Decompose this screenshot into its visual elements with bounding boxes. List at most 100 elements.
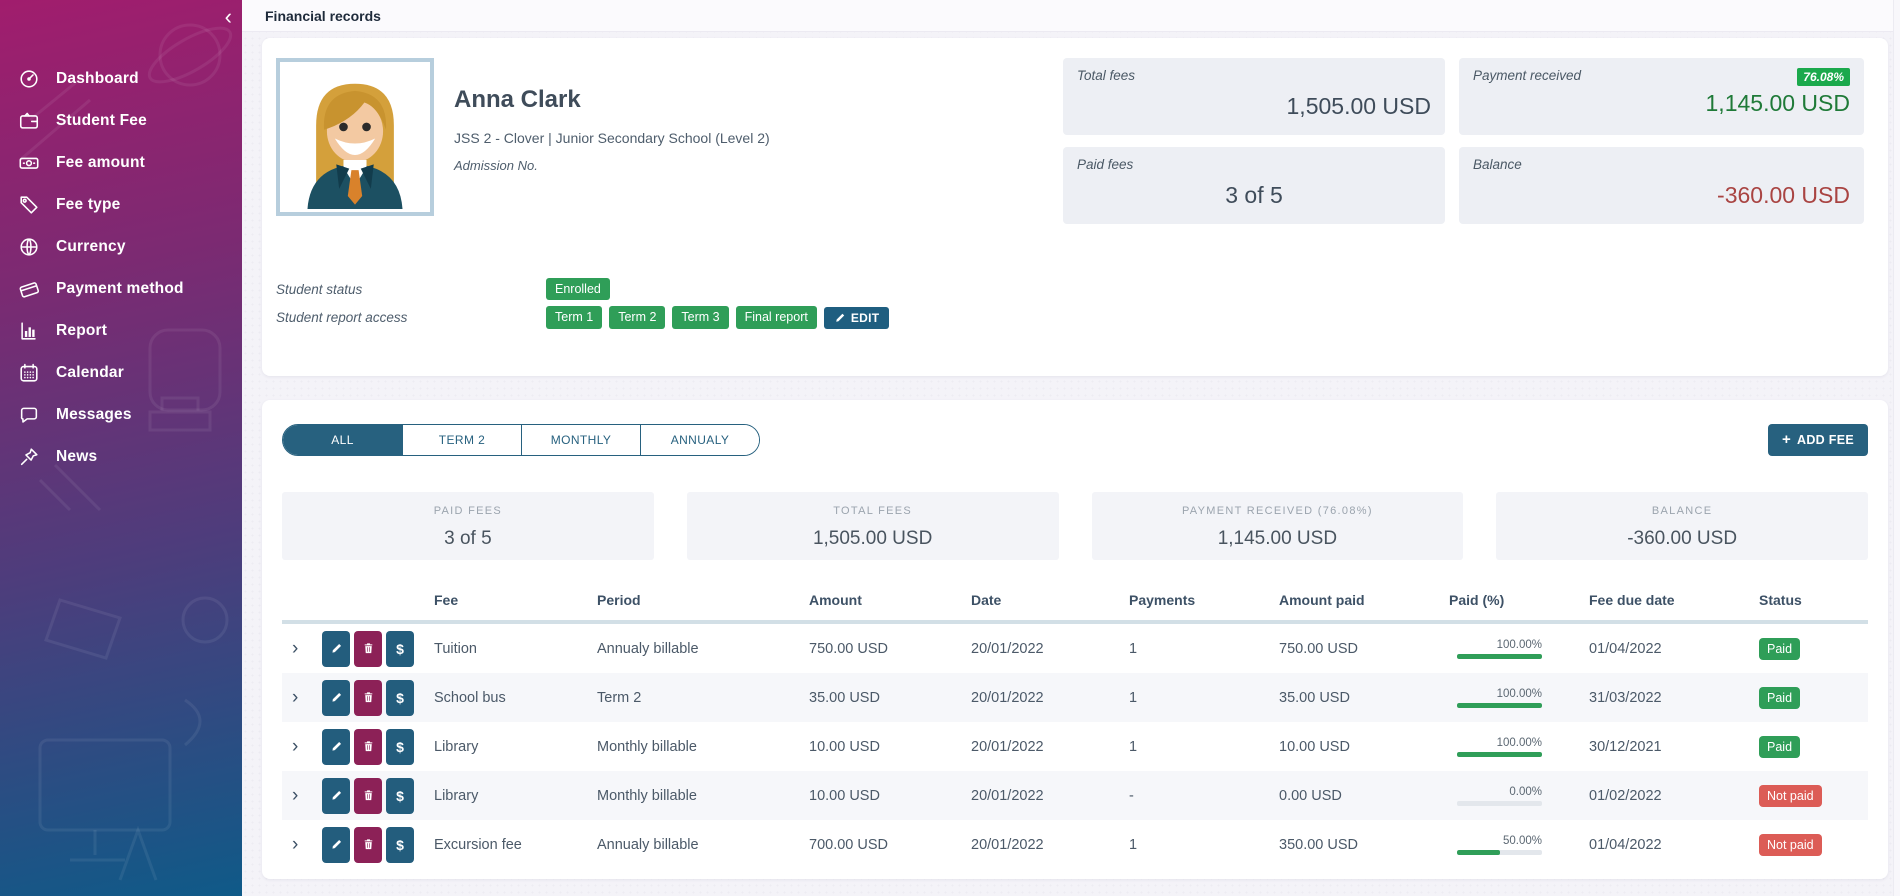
delete-fee-button[interactable] [354, 827, 382, 863]
cell-fee: Excursion fee [434, 837, 597, 853]
trash-icon [362, 642, 375, 655]
progress-bar [1457, 703, 1542, 708]
cell-period: Monthly billable [597, 739, 809, 755]
content: Anna Clark JSS 2 - Clover | Junior Secon… [242, 32, 1900, 879]
paid-percent-cell: 100.00% [1457, 639, 1542, 659]
cell-amount-paid: 0.00 USD [1279, 788, 1449, 804]
sidebar-item-label: Dashboard [56, 70, 139, 88]
paid-percent-text: 100.00% [1457, 639, 1542, 651]
sidebar-item-dashboard[interactable]: Dashboard [0, 58, 242, 100]
payment-received-label: Payment received [1473, 68, 1581, 83]
summary-grid: Total fees 1,505.00 USD Payment received… [1063, 58, 1864, 224]
delete-fee-button[interactable] [354, 729, 382, 765]
add-fee-button[interactable]: + ADD FEE [1768, 424, 1868, 456]
cell-fee: School bus [434, 690, 597, 706]
payments-fee-button[interactable]: $ [386, 631, 414, 667]
balance-value: -360.00 USD [1473, 182, 1850, 209]
progress-bar [1457, 801, 1542, 806]
sidebar-item-messages[interactable]: Messages [0, 394, 242, 436]
sidebar-item-label: Currency [56, 238, 126, 256]
pencil-icon [330, 789, 343, 802]
student-status-label: Student status [276, 282, 546, 297]
delete-fee-button[interactable] [354, 631, 382, 667]
sidebar-item-label: Calendar [56, 364, 124, 382]
bar-chart-icon [16, 319, 42, 343]
tag-icon [16, 193, 42, 217]
cell-date: 20/01/2022 [971, 788, 1129, 804]
cell-amount: 35.00 USD [809, 690, 971, 706]
calendar-icon [16, 361, 42, 385]
edit-report-access-button[interactable]: EDIT [824, 307, 890, 329]
topbar: Financial records [242, 0, 1900, 32]
payments-fee-button[interactable]: $ [386, 680, 414, 716]
pushpin-icon [16, 445, 42, 469]
stat-label: BALANCE [1496, 505, 1868, 517]
stats-row: PAID FEES 3 of 5 TOTAL FEES 1,505.00 USD… [282, 492, 1868, 560]
status-badge: Not paid [1759, 785, 1822, 807]
edit-fee-button[interactable] [322, 631, 350, 667]
edit-fee-button[interactable] [322, 680, 350, 716]
delete-fee-button[interactable] [354, 778, 382, 814]
cell-period: Monthly billable [597, 788, 809, 804]
cell-date: 20/01/2022 [971, 739, 1129, 755]
sidebar-item-label: Student Fee [56, 112, 147, 130]
expand-row-button[interactable]: › [282, 834, 322, 856]
stat-value: 1,145.00 USD [1092, 528, 1464, 550]
pencil-icon [330, 740, 343, 753]
sidebar-item-fee-type[interactable]: Fee type [0, 184, 242, 226]
payments-fee-button[interactable]: $ [386, 778, 414, 814]
total-fees-box: Total fees 1,505.00 USD [1063, 58, 1445, 135]
paid-percent-text: 100.00% [1457, 688, 1542, 700]
progress-bar [1457, 654, 1542, 659]
pencil-icon [330, 838, 343, 851]
edit-fee-button[interactable] [322, 827, 350, 863]
expand-row-button[interactable]: › [282, 687, 322, 709]
sidebar-item-calendar[interactable]: Calendar [0, 352, 242, 394]
sidebar-item-report[interactable]: Report [0, 310, 242, 352]
sidebar-item-news[interactable]: News [0, 436, 242, 478]
paid-percent-text: 0.00% [1457, 786, 1542, 798]
sidebar-collapse-button[interactable]: ‹ [225, 4, 232, 30]
tab-all[interactable]: ALL [283, 425, 402, 455]
total-fees-value: 1,505.00 USD [1077, 93, 1431, 120]
stat-label: PAID FEES [282, 505, 654, 517]
tab-term-2[interactable]: TERM 2 [402, 425, 521, 455]
banknote-icon [16, 151, 42, 175]
cell-amount-paid: 35.00 USD [1279, 690, 1449, 706]
term3-badge: Term 3 [672, 306, 728, 328]
status-badge: Paid [1759, 736, 1800, 758]
sidebar-item-fee-amount[interactable]: Fee amount [0, 142, 242, 184]
sidebar-item-student-fee[interactable]: Student Fee [0, 100, 242, 142]
expand-row-button[interactable]: › [282, 736, 322, 758]
payments-fee-button[interactable]: $ [386, 827, 414, 863]
paid-fees-label: Paid fees [1077, 157, 1431, 172]
term1-badge: Term 1 [546, 306, 602, 328]
sidebar-item-payment-method[interactable]: Payment method [0, 268, 242, 310]
tab-monthly[interactable]: MONTHLY [521, 425, 640, 455]
sidebar-item-label: Fee type [56, 196, 121, 214]
speedometer-icon [16, 67, 42, 91]
delete-fee-button[interactable] [354, 680, 382, 716]
pencil-icon [330, 691, 343, 704]
trash-icon [362, 740, 375, 753]
cell-fee-due-date: 01/04/2022 [1589, 641, 1759, 657]
edit-fee-button[interactable] [322, 778, 350, 814]
trash-icon [362, 691, 375, 704]
cell-amount-paid: 350.00 USD [1279, 837, 1449, 853]
stat-value: 3 of 5 [282, 528, 654, 550]
col-period: Period [597, 592, 809, 608]
sidebar-item-currency[interactable]: Currency [0, 226, 242, 268]
payment-received-value: 1,145.00 USD [1473, 90, 1850, 117]
sidebar-item-label: Fee amount [56, 154, 145, 172]
cell-fee: Tuition [434, 641, 597, 657]
student-info: Anna Clark JSS 2 - Clover | Junior Secon… [454, 58, 770, 173]
edit-fee-button[interactable] [322, 729, 350, 765]
status-badge: Paid [1759, 638, 1800, 660]
cell-fee-due-date: 30/12/2021 [1589, 739, 1759, 755]
expand-row-button[interactable]: › [282, 785, 322, 807]
payments-fee-button[interactable]: $ [386, 729, 414, 765]
status-section: Student status Enrolled Student report a… [276, 278, 1864, 329]
expand-row-button[interactable]: › [282, 638, 322, 660]
table-row: › $ Library Monthly billable 10.00 USD 2… [282, 771, 1868, 820]
tab-annualy[interactable]: ANNUALY [640, 425, 759, 455]
